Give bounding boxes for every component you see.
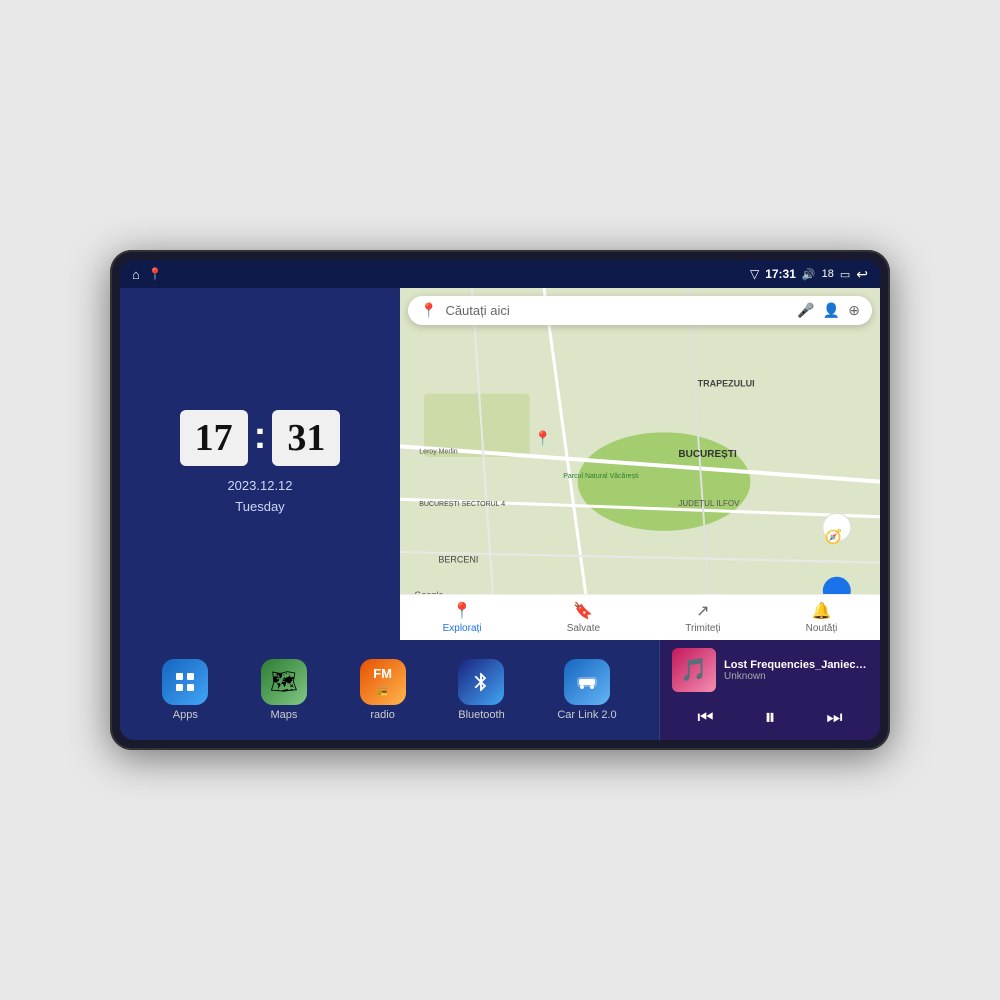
status-left-icons: ⌂ 📍 xyxy=(132,267,163,282)
back-icon[interactable]: ↩ xyxy=(856,266,868,283)
svg-text:BUCUREȘTI: BUCUREȘTI xyxy=(678,449,737,460)
app-item-bluetooth[interactable]: Bluetooth xyxy=(458,659,504,721)
music-title: Lost Frequencies_Janieck Devy-... xyxy=(724,659,868,671)
microphone-icon[interactable]: 🎤 xyxy=(797,302,814,319)
svg-text:TRAPEZULUI: TRAPEZULUI xyxy=(698,379,755,389)
svg-text:Parcul Natural Văcărești: Parcul Natural Văcărești xyxy=(563,473,639,480)
apps-icon xyxy=(162,659,208,705)
clock-date: 2023.12.12 Tuesday xyxy=(227,476,292,518)
prev-button[interactable]: ⏮ xyxy=(689,705,721,730)
music-player: 🎵 Lost Frequencies_Janieck Devy-... Unkn… xyxy=(660,640,880,740)
layers-icon[interactable]: ⊕ xyxy=(848,302,860,319)
map-nav-send-label: Trimiteți xyxy=(685,623,720,634)
volume-icon: 🔊 xyxy=(802,268,816,281)
map-nav-explore[interactable]: 📍 Explorați xyxy=(443,601,482,634)
svg-text:📍: 📍 xyxy=(534,430,551,447)
map-search-bar[interactable]: 📍 Căutați aici 🎤 👤 ⊕ xyxy=(408,296,872,325)
svg-text:JUDEȚUL ILFOV: JUDEȚUL ILFOV xyxy=(678,499,740,508)
maps-logo-icon: 📍 xyxy=(420,302,437,319)
clock-panel: 17 : 31 2023.12.12 Tuesday xyxy=(120,288,400,640)
maps-app-icon: 🗺 xyxy=(261,659,307,705)
clock-hours: 17 xyxy=(180,410,248,466)
map-search-actions: 🎤 👤 ⊕ xyxy=(797,302,860,319)
map-nav-send[interactable]: ↗ Trimiteți xyxy=(685,601,720,634)
map-nav-news[interactable]: 🔔 Noutăți xyxy=(806,601,838,634)
car-head-unit: ⌂ 📍 ▽ 17:31 🔊 18 ▭ ↩ 17 : xyxy=(110,250,890,750)
clock-minutes: 31 xyxy=(272,410,340,466)
radio-app-icon: FM📻 xyxy=(360,659,406,705)
music-info: 🎵 Lost Frequencies_Janieck Devy-... Unkn… xyxy=(672,648,868,692)
battery-icon: ▭ xyxy=(840,268,850,281)
app-label-bluetooth: Bluetooth xyxy=(458,709,504,721)
map-nav-news-label: Noutăți xyxy=(806,623,838,634)
explore-icon: 📍 xyxy=(452,601,472,621)
music-thumbnail: 🎵 xyxy=(672,648,716,692)
play-button[interactable]: ⏸ xyxy=(756,702,783,732)
send-icon: ↗ xyxy=(696,601,709,621)
top-section: 17 : 31 2023.12.12 Tuesday xyxy=(120,288,880,640)
app-label-radio: radio xyxy=(370,709,394,721)
signal-icon: ▽ xyxy=(750,267,759,281)
map-svg: TRAPEZULUI BUCUREȘTI JUDEȚUL ILFOV BERCE… xyxy=(400,288,880,640)
app-item-radio[interactable]: FM📻 radio xyxy=(360,659,406,721)
bluetooth-app-icon xyxy=(458,659,504,705)
app-label-maps: Maps xyxy=(271,709,298,721)
svg-text:BUCUREȘTI SECTORUL 4: BUCUREȘTI SECTORUL 4 xyxy=(419,501,505,508)
map-search-placeholder[interactable]: Căutați aici xyxy=(445,303,789,318)
next-button[interactable]: ⏭ xyxy=(818,705,850,730)
map-nav-saved-label: Salvate xyxy=(567,623,600,634)
app-item-maps[interactable]: 🗺 Maps xyxy=(261,659,307,721)
account-icon[interactable]: 👤 xyxy=(823,302,840,319)
map-background: TRAPEZULUI BUCUREȘTI JUDEȚUL ILFOV BERCE… xyxy=(400,288,880,640)
status-time: 17:31 xyxy=(765,267,796,281)
bell-icon: 🔔 xyxy=(812,601,832,621)
status-bar: ⌂ 📍 ▽ 17:31 🔊 18 ▭ ↩ xyxy=(120,260,880,288)
apps-row: Apps 🗺 Maps FM📻 radio xyxy=(120,640,660,740)
bottom-section: Apps 🗺 Maps FM📻 radio xyxy=(120,640,880,740)
map-nav-saved[interactable]: 🔖 Salvate xyxy=(567,601,600,634)
svg-text:BERCENI: BERCENI xyxy=(438,555,478,565)
main-content: 17 : 31 2023.12.12 Tuesday xyxy=(120,288,880,740)
clock-colon: : xyxy=(254,415,267,458)
home-icon[interactable]: ⌂ xyxy=(132,267,140,282)
maps-pin-icon[interactable]: 📍 xyxy=(148,267,163,281)
app-label-carlink: Car Link 2.0 xyxy=(557,709,616,721)
bookmark-icon: 🔖 xyxy=(573,601,593,621)
map-panel[interactable]: TRAPEZULUI BUCUREȘTI JUDEȚUL ILFOV BERCE… xyxy=(400,288,880,640)
map-nav-bar: 📍 Explorați 🔖 Salvate ↗ Trimiteți 🔔 xyxy=(400,594,880,640)
svg-text:🧭: 🧭 xyxy=(825,528,842,545)
music-text: Lost Frequencies_Janieck Devy-... Unknow… xyxy=(724,659,868,682)
music-artist: Unknown xyxy=(724,671,868,682)
map-nav-explore-label: Explorați xyxy=(443,623,482,634)
volume-level: 18 xyxy=(822,268,834,280)
clock-display: 17 : 31 xyxy=(180,410,341,466)
carlink-app-icon xyxy=(564,659,610,705)
screen: ⌂ 📍 ▽ 17:31 🔊 18 ▭ ↩ 17 : xyxy=(120,260,880,740)
svg-text:Leroy Merlin: Leroy Merlin xyxy=(419,448,458,455)
music-controls: ⏮ ⏸ ⏭ xyxy=(672,702,868,732)
app-label-apps: Apps xyxy=(173,709,198,721)
app-item-apps[interactable]: Apps xyxy=(162,659,208,721)
status-right: ▽ 17:31 🔊 18 ▭ ↩ xyxy=(750,266,868,283)
app-item-carlink[interactable]: Car Link 2.0 xyxy=(557,659,616,721)
